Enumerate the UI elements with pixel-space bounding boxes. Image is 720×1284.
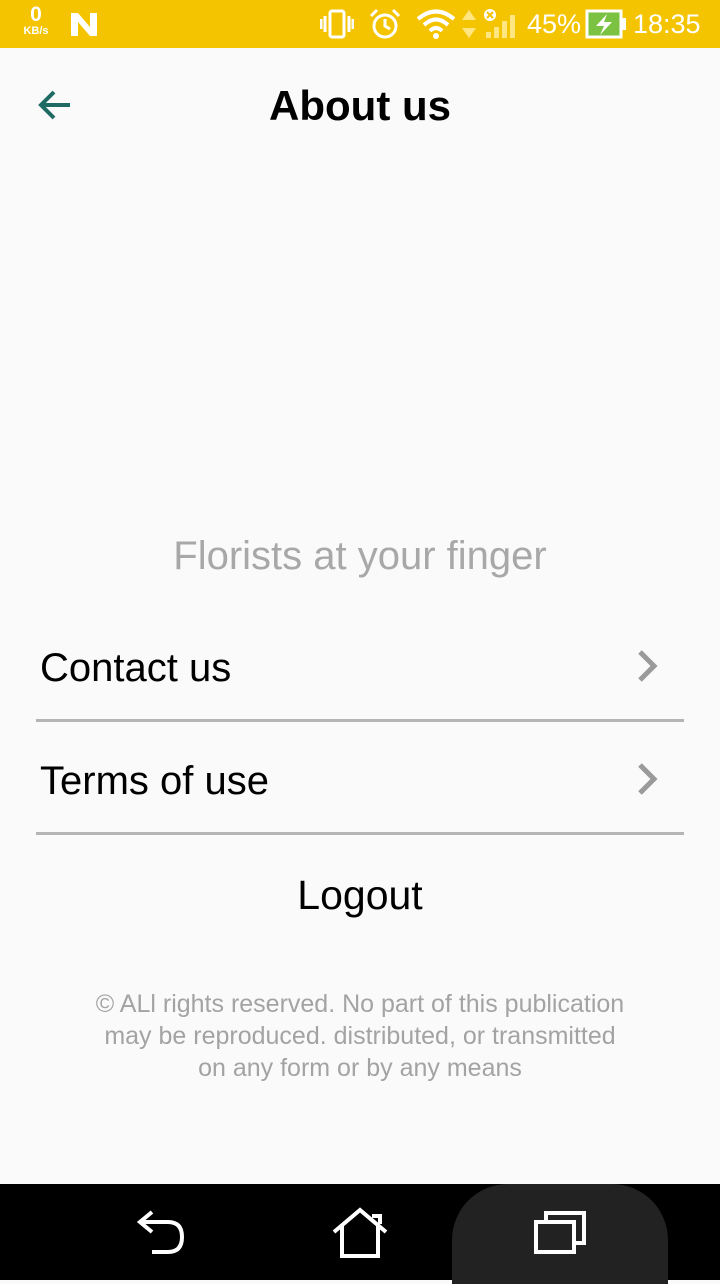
logout-button[interactable]: Logout [260,866,460,926]
copyright-text: © ALl rights reserved. No part of this p… [40,988,680,1084]
page-title: About us [269,82,451,129]
wifi-icon [416,9,456,39]
copyright-line: © ALl rights reserved. No part of this p… [95,990,625,1018]
chevron-right-icon [638,763,658,795]
terms-of-use-item[interactable]: Terms of use [36,725,684,835]
copyright-line: on any form or by any means [198,1054,522,1082]
signal-icon [484,9,515,38]
battery-charging-icon [585,9,626,39]
chevron-right-icon [638,650,658,682]
network-speed: 0 KB/s [16,4,56,37]
contact-us-label: Contact us [40,646,232,690]
vibrate-icon [320,9,354,39]
recents-icon[interactable] [530,1208,590,1256]
network-speed-value: 0 [30,3,42,26]
alarm-icon [369,8,401,39]
clock: 18:35 [633,9,701,39]
battery-percent: 45% [527,9,582,39]
network-speed-unit: KB/s [23,25,49,37]
notification-n-icon [71,13,97,36]
data-transfer-icon [462,10,476,38]
copyright-line: may be reproduced. distributed, or trans… [104,1022,616,1050]
home-icon[interactable] [330,1204,390,1260]
tagline: Florists at your finger [173,534,547,578]
back-nav-icon[interactable] [130,1206,190,1258]
status-bar: 0 KB/s 45% 18:35 [0,0,720,48]
contact-us-item[interactable]: Contact us [36,612,684,722]
terms-of-use-label: Terms of use [40,759,269,803]
